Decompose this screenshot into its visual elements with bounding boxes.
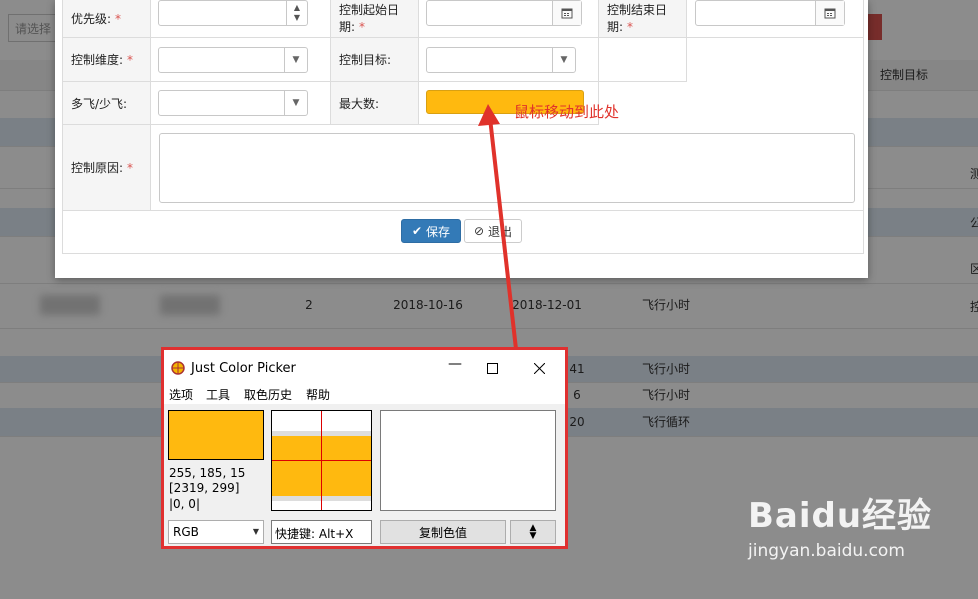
end-date-input[interactable]: [695, 0, 845, 26]
hotkey-text: 快捷键: Alt+X: [275, 527, 354, 541]
watermark-brand: Baidu经验: [748, 496, 933, 536]
cell-empty: [599, 38, 687, 82]
minimize-icon[interactable]: —: [440, 356, 470, 376]
watermark-url: jingyan.baidu.com: [748, 541, 905, 561]
picker-title: Just Color Picker: [191, 361, 296, 376]
label-target: 控制目标:: [331, 38, 419, 82]
crosshair-h: [272, 460, 371, 461]
sort-arrows-icon[interactable]: ▲ ▼: [510, 520, 556, 544]
required-mark: *: [627, 19, 634, 34]
dimension-select[interactable]: ▼: [158, 47, 308, 73]
label-max: 最大数:: [331, 82, 419, 125]
cell-end-date: [687, 0, 863, 38]
cell-target: ▼: [419, 38, 599, 82]
label-end-date: 控制结束日期: *: [599, 0, 687, 38]
form-grid: 优先级: * ▲ ▼ 控制起始日期: * 控制结束日期: * 控制维度: * ▼ 控制目标…: [62, 0, 864, 254]
picker-body: 255, 185, 15 [2319, 299] |0, 0| RGB ▼ 快捷…: [164, 404, 565, 546]
label-more-less-text: 多飞/少飞:: [71, 96, 128, 111]
calendar-icon[interactable]: [815, 1, 844, 25]
menu-history[interactable]: 取色历史: [244, 386, 292, 403]
priority-number-input[interactable]: ▲ ▼: [158, 0, 308, 26]
maximize-icon[interactable]: [487, 363, 498, 374]
history-panel[interactable]: [380, 410, 556, 511]
priority-spinner[interactable]: ▲ ▼: [286, 1, 307, 25]
cell-priority: ▲ ▼: [151, 0, 331, 38]
label-start-date-text: 控制起始日期:: [339, 2, 400, 34]
label-max-text: 最大数:: [339, 96, 380, 111]
menu-help[interactable]: 帮助: [306, 386, 330, 403]
target-select[interactable]: ▼: [426, 47, 576, 73]
magnifier-view: [271, 410, 372, 511]
label-priority-text: 优先级:: [71, 12, 112, 26]
color-picker-window: Just Color Picker — 选项 工具 取色历史 帮助 255, 1…: [161, 347, 568, 549]
cell-dimension: ▼: [151, 38, 331, 82]
cell-more-less: ▼: [151, 82, 331, 125]
spin-up-icon[interactable]: ▲: [294, 3, 300, 13]
hotkey-field[interactable]: 快捷键: Alt+X: [271, 520, 372, 544]
save-button-label: 保存: [426, 224, 451, 239]
label-priority: 优先级: *: [63, 0, 151, 38]
required-mark: *: [127, 160, 134, 175]
start-date-input[interactable]: [426, 0, 582, 26]
copy-color-button[interactable]: 复制色值: [380, 520, 506, 544]
rgb-readout: 255, 185, 15: [169, 466, 246, 480]
cell-start-date: [419, 0, 599, 38]
more-less-select[interactable]: ▼: [158, 90, 308, 116]
menu-tools[interactable]: 工具: [206, 386, 230, 403]
required-mark: *: [127, 52, 134, 67]
picker-title-bar[interactable]: Just Color Picker —: [164, 350, 565, 384]
chevron-down-icon: ▼: [252, 527, 259, 536]
chevron-down-icon[interactable]: ▼: [284, 48, 307, 72]
current-color-swatch: [168, 410, 264, 460]
label-more-less: 多飞/少飞:: [63, 82, 151, 125]
label-reason: 控制原因: *: [63, 125, 151, 211]
label-reason-text: 控制原因:: [71, 161, 124, 175]
color-mode-select[interactable]: RGB ▼: [168, 520, 264, 544]
label-target-text: 控制目标:: [339, 53, 392, 67]
label-dimension: 控制维度: *: [63, 38, 151, 82]
label-end-date-text: 控制结束日期:: [607, 2, 668, 34]
annotation-text: 鼠标移动到此处: [514, 103, 620, 121]
required-mark: *: [115, 11, 122, 26]
chevron-down-icon[interactable]: ▼: [284, 91, 307, 115]
spin-down-icon[interactable]: ▼: [294, 13, 300, 23]
watermark: Baidu经验 jingyan.baidu.com: [748, 488, 932, 561]
save-button[interactable]: ✔ 保存: [401, 219, 461, 243]
picker-menu-bar: 选项 工具 取色历史 帮助: [164, 384, 565, 404]
color-mode-value: RGB: [173, 525, 199, 539]
menu-options[interactable]: 选项: [169, 386, 193, 403]
picker-app-icon: [171, 361, 185, 375]
calendar-icon[interactable]: [552, 1, 581, 25]
edit-modal: 优先级: * ▲ ▼ 控制起始日期: * 控制结束日期: * 控制维度: * ▼ 控制目标…: [55, 0, 868, 278]
label-dimension-text: 控制维度:: [71, 53, 124, 67]
required-mark: *: [359, 19, 366, 34]
label-start-date: 控制起始日期: *: [331, 0, 419, 38]
annotation-arrow: [478, 104, 519, 359]
close-icon[interactable]: [534, 363, 545, 374]
offset-readout: |0, 0|: [169, 497, 200, 511]
coords-readout: [2319, 299]: [169, 481, 240, 495]
check-icon: ✔: [411, 224, 423, 238]
chevron-down-icon[interactable]: ▼: [552, 48, 575, 72]
